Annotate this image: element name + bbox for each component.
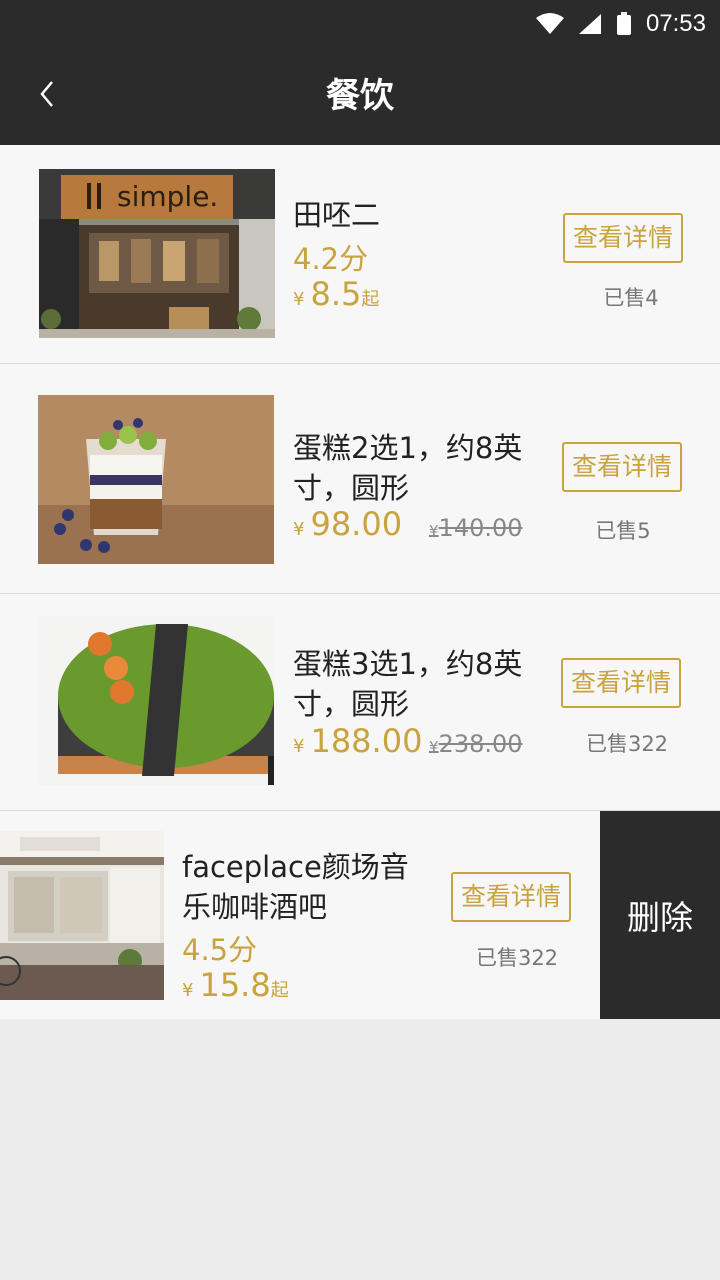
sold-count: 已售322 [585, 732, 669, 756]
sold-count: 已售4 [603, 286, 659, 310]
currency-symbol: ¥ [429, 738, 439, 756]
page-title: 餐饮 [326, 76, 394, 116]
item-price: ¥8.5起 [293, 275, 379, 313]
currency-symbol: ¥ [429, 522, 439, 540]
price-value: 15.8 [199, 966, 271, 1004]
wifi-icon [535, 13, 564, 35]
original-price: ¥238.00 [429, 730, 523, 758]
price-value: 8.5 [310, 275, 362, 313]
view-details-button[interactable]: 查看详情 [451, 872, 571, 922]
item-price: ¥188.00 [293, 722, 422, 760]
currency-symbol: ¥ [182, 980, 194, 1001]
price-suffix: 起 [270, 980, 289, 1001]
original-price-value: 238.00 [438, 730, 523, 758]
item-score: 4.5分 [182, 933, 258, 967]
view-details-button[interactable]: 查看详情 [561, 658, 681, 708]
item-name: 蛋糕3选1，约8英寸，圆形 [293, 647, 523, 721]
status-icons: 07:53 [535, 0, 706, 48]
view-details-button[interactable]: 查看详情 [562, 442, 682, 492]
sold-count: 已售5 [595, 519, 651, 543]
sold-count: 已售322 [475, 946, 559, 970]
signal-icon [578, 13, 602, 35]
list-item[interactable]: 蛋糕3选1，约8英寸，圆形 ¥188.00 ¥238.00 查看详情 已售322 [0, 594, 720, 811]
status-time: 07:53 [645, 10, 706, 37]
battery-icon [616, 12, 632, 36]
cake-photo [38, 616, 274, 785]
svg-text:simple.: simple. [117, 180, 218, 213]
store-photo: simple. [39, 169, 275, 338]
item-price: ¥15.8起 [182, 966, 289, 1004]
original-price: ¥140.00 [429, 514, 523, 542]
app-header: 餐饮 [0, 48, 720, 145]
item-name: faceplace颜场音乐咖啡酒吧 [182, 850, 409, 924]
item-name: 田呸二 [293, 198, 381, 232]
original-price-value: 140.00 [438, 514, 523, 542]
price-suffix: 起 [361, 289, 380, 310]
item-score: 4.2分 [293, 242, 369, 276]
currency-symbol: ¥ [293, 736, 305, 757]
delete-button[interactable]: 删除 [600, 811, 720, 1019]
currency-symbol: ¥ [293, 289, 305, 310]
list-item[interactable]: 蛋糕2选1，约8英寸，圆形 ¥98.00 ¥140.00 查看详情 已售5 [0, 364, 720, 594]
price-value: 188.00 [310, 722, 423, 760]
list-item[interactable]: simple. 田呸二 4.2分 ¥8.5起 查看详情 已售4 [0, 145, 720, 364]
item-price: ¥98.00 [293, 505, 402, 543]
currency-symbol: ¥ [293, 519, 305, 540]
list-item[interactable]: faceplace颜场音乐咖啡酒吧 4.5分 ¥15.8起 查看详情 已售322 [0, 811, 600, 1019]
view-details-button[interactable]: 查看详情 [563, 213, 683, 263]
status-bar: 07:53 [0, 0, 720, 48]
store-photo [0, 831, 164, 1000]
item-name: 蛋糕2选1，约8英寸，圆形 [293, 431, 523, 505]
price-value: 98.00 [310, 505, 403, 543]
cake-photo [38, 395, 274, 564]
